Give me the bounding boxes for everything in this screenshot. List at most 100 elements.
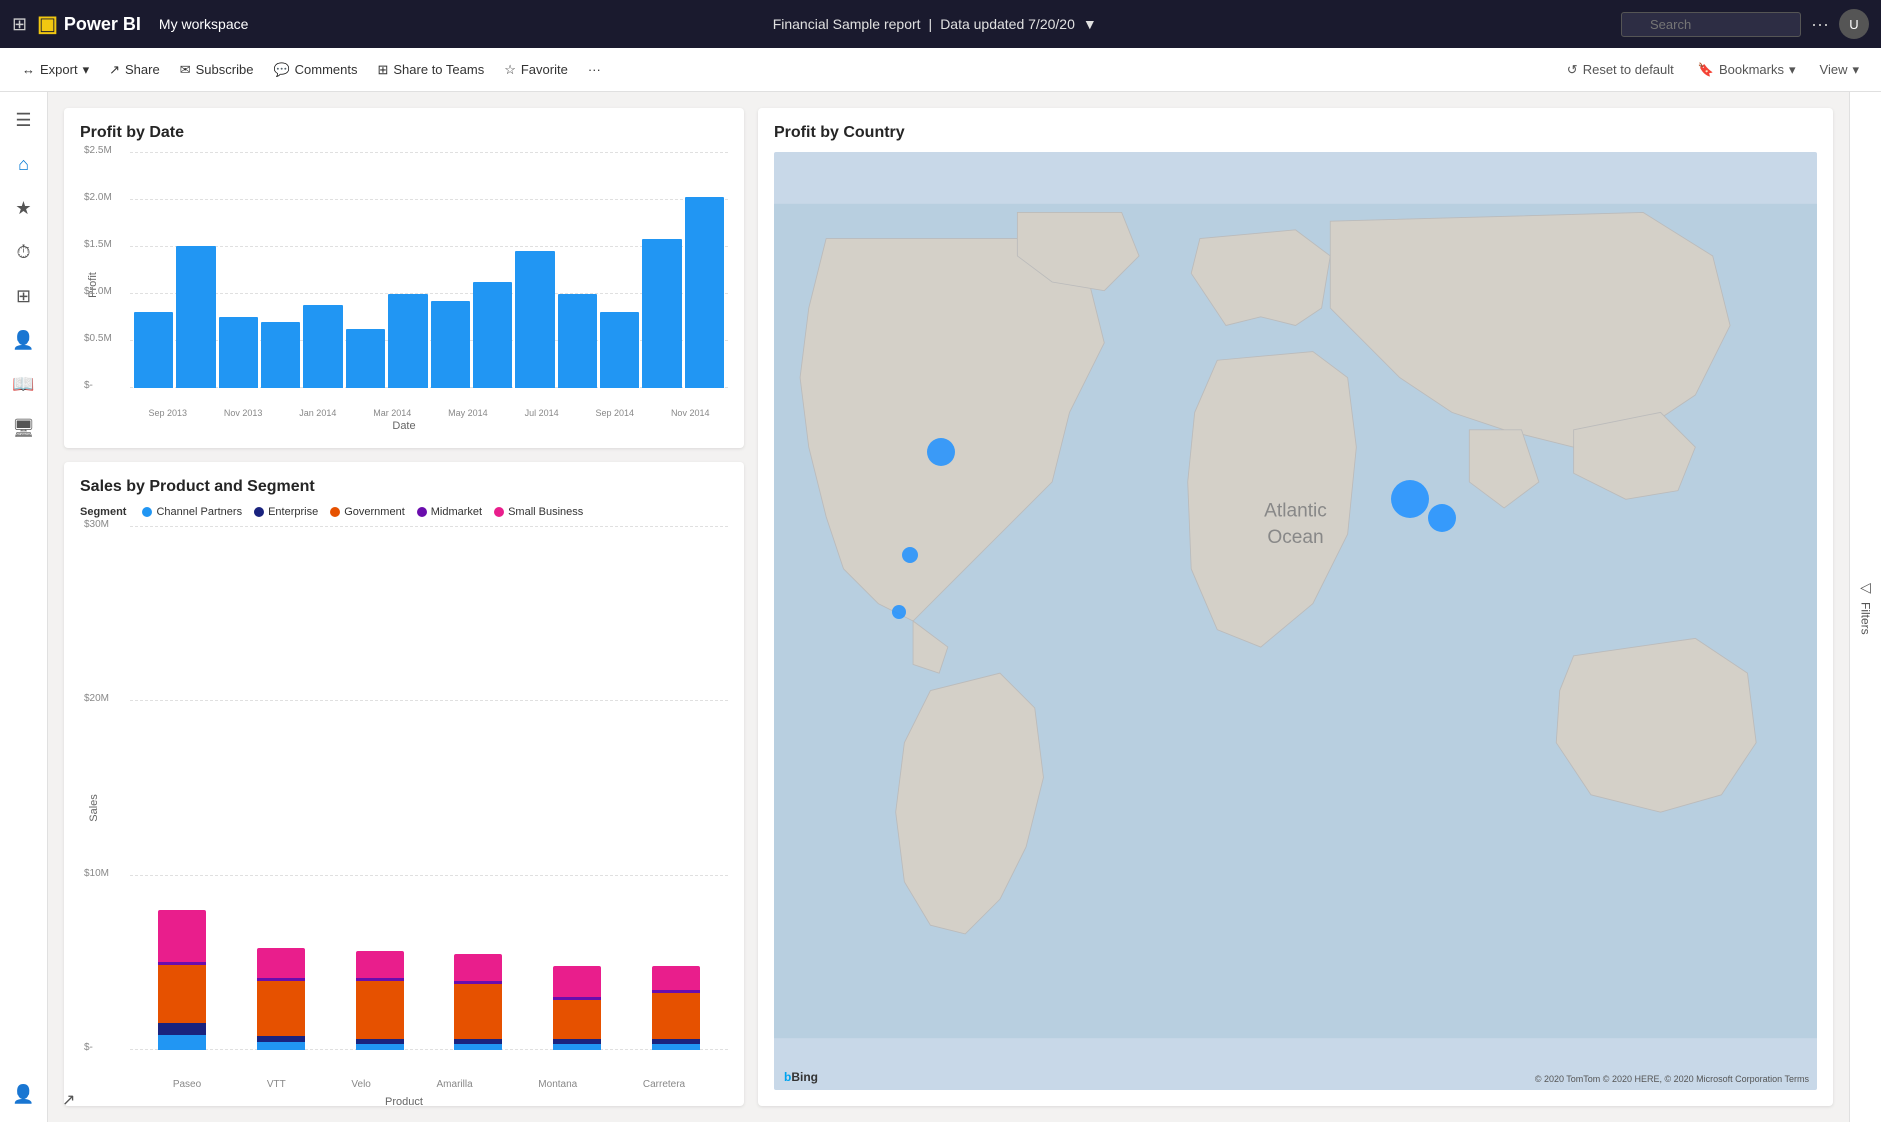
x-label: Nov 2013 [224, 408, 263, 418]
bar[interactable] [642, 239, 681, 388]
stack-segment [652, 966, 700, 990]
stack-segment [257, 1042, 305, 1050]
bar[interactable] [473, 282, 512, 388]
top-navigation: ⊞ ▣ Power BI My workspace Financial Samp… [0, 0, 1881, 48]
reset-default-button[interactable]: ↺ Reset to default [1559, 58, 1682, 82]
expand-button[interactable]: ↗ [62, 1090, 75, 1110]
sidebar-item-home[interactable]: ⌂ [4, 144, 44, 184]
stacked-bar [158, 910, 206, 1050]
bar[interactable] [431, 301, 470, 388]
share-button[interactable]: ↗ Share [101, 58, 168, 82]
export-button[interactable]: ↔ Export ▾ [14, 58, 97, 82]
x-label: Sep 2014 [596, 408, 635, 418]
legend-dot [142, 507, 152, 517]
y-axis-label: Profit [87, 272, 99, 298]
bing-logo: bBing [784, 1070, 818, 1084]
filters-panel[interactable]: ◁ Filters [1849, 92, 1881, 1122]
stack-segment [652, 993, 700, 1039]
toolbar-right: ↺ Reset to default 🔖 Bookmarks ▾ View ▾ [1559, 58, 1867, 82]
sidebar-item-profile[interactable]: 👤 [4, 1074, 44, 1114]
map-bubble[interactable] [1391, 480, 1429, 518]
stack-segment [553, 1000, 601, 1040]
more-toolbar-button[interactable]: ··· [580, 58, 609, 81]
workspace-name[interactable]: My workspace [159, 16, 248, 32]
stack-segment [454, 954, 502, 981]
bookmarks-button[interactable]: 🔖 Bookmarks ▾ [1690, 58, 1804, 82]
bar[interactable] [219, 317, 258, 388]
share-teams-button[interactable]: ⊞ Share to Teams [369, 58, 492, 82]
avatar[interactable]: U [1839, 9, 1869, 39]
grid-menu-icon[interactable]: ⊞ [12, 14, 27, 35]
stack-segment [454, 984, 502, 1039]
x-label: Mar 2014 [373, 408, 411, 418]
favorite-label: Favorite [521, 62, 568, 77]
x-axis-title-stacked: Product [80, 1096, 728, 1108]
more-options-icon[interactable]: ··· [1811, 14, 1829, 35]
stack-segment [158, 910, 206, 962]
profit-date-chart[interactable]: Profit $2.5M $2.0M $1.5M $1.0M $0.5M $- … [80, 152, 728, 432]
stacked-bar-group[interactable] [633, 966, 718, 1050]
sidebar-item-workspaces[interactable]: 🖥 [4, 408, 44, 448]
bar[interactable] [261, 322, 300, 388]
bar[interactable] [515, 251, 554, 388]
bar[interactable] [176, 246, 215, 388]
stacked-bar-group[interactable] [239, 948, 324, 1050]
x-axis-stacked: PaseoVTTVeloAmarillaMontanaCarretera [130, 1079, 728, 1090]
app-name: Power BI [64, 14, 141, 35]
x-label: Nov 2014 [671, 408, 710, 418]
map-bubble[interactable] [927, 438, 955, 466]
sidebar-item-learn[interactable]: 📖 [4, 364, 44, 404]
y-axis-label-sales: Sales [88, 794, 100, 822]
sidebar-item-favorites[interactable]: ★ [4, 188, 44, 228]
reset-label: Reset to default [1583, 62, 1674, 77]
stacked-chart-area[interactable]: Sales $30M $20M $10M $- PaseoVTTVeloAmar… [80, 526, 728, 1090]
bar[interactable] [558, 294, 597, 388]
sidebar-item-recent[interactable]: ⏱ [4, 232, 44, 272]
bar[interactable] [346, 329, 385, 388]
x-label: May 2014 [448, 408, 488, 418]
bar[interactable] [388, 294, 427, 388]
legend-name: Midmarket [431, 506, 482, 518]
bookmark-icon: 🔖 [1698, 62, 1714, 78]
sidebar-item-menu[interactable]: ☰ [4, 100, 44, 140]
subscribe-button[interactable]: ✉ Subscribe [172, 58, 262, 82]
legend-dot [254, 507, 264, 517]
search-input[interactable] [1621, 12, 1801, 37]
bar[interactable] [134, 312, 173, 388]
favorite-button[interactable]: ☆ Favorite [496, 58, 576, 82]
sidebar-item-shared[interactable]: 👤 [4, 320, 44, 360]
stack-segment [454, 1044, 502, 1050]
dropdown-icon[interactable]: ▼ [1083, 16, 1097, 32]
bar[interactable] [303, 305, 342, 388]
stack-segment [356, 1044, 404, 1050]
legend-item: Midmarket [417, 506, 482, 518]
map-container[interactable]: Atlantic Ocean bBing © 2020 TomTom © 202… [774, 152, 1817, 1090]
stack-segment [158, 965, 206, 1023]
x-label: Montana [538, 1079, 577, 1090]
map-bubble[interactable] [902, 547, 918, 563]
stacked-bar-group[interactable] [337, 951, 422, 1050]
x-label: Amarilla [437, 1079, 473, 1090]
comments-button[interactable]: 💬 Comments [265, 58, 365, 82]
stacked-bar-group[interactable] [436, 954, 521, 1050]
legend-dot [417, 507, 427, 517]
stacked-bar-group[interactable] [140, 910, 225, 1050]
bar[interactable] [685, 197, 724, 388]
x-label: VTT [267, 1079, 286, 1090]
main-layout: ☰ ⌂ ★ ⏱ ⊞ 👤 📖 🖥 👤 Profit by Date Profit [0, 92, 1881, 1122]
stack-segment [356, 951, 404, 978]
stacked-bar-group[interactable] [535, 966, 620, 1050]
legend-dot [494, 507, 504, 517]
sidebar-item-apps[interactable]: ⊞ [4, 276, 44, 316]
view-button[interactable]: View ▾ [1812, 58, 1867, 82]
powerbi-logo-icon: ▣ [37, 11, 58, 37]
stacked-bar [257, 948, 305, 1050]
comments-label: Comments [295, 62, 358, 77]
share-teams-label: Share to Teams [393, 62, 484, 77]
map-bubble[interactable] [1428, 504, 1456, 532]
stacked-bars-container [130, 526, 728, 1050]
bar[interactable] [600, 312, 639, 388]
map-bubble[interactable] [892, 605, 906, 619]
legend-item: Channel Partners [142, 506, 242, 518]
stack-segment [257, 981, 305, 1036]
